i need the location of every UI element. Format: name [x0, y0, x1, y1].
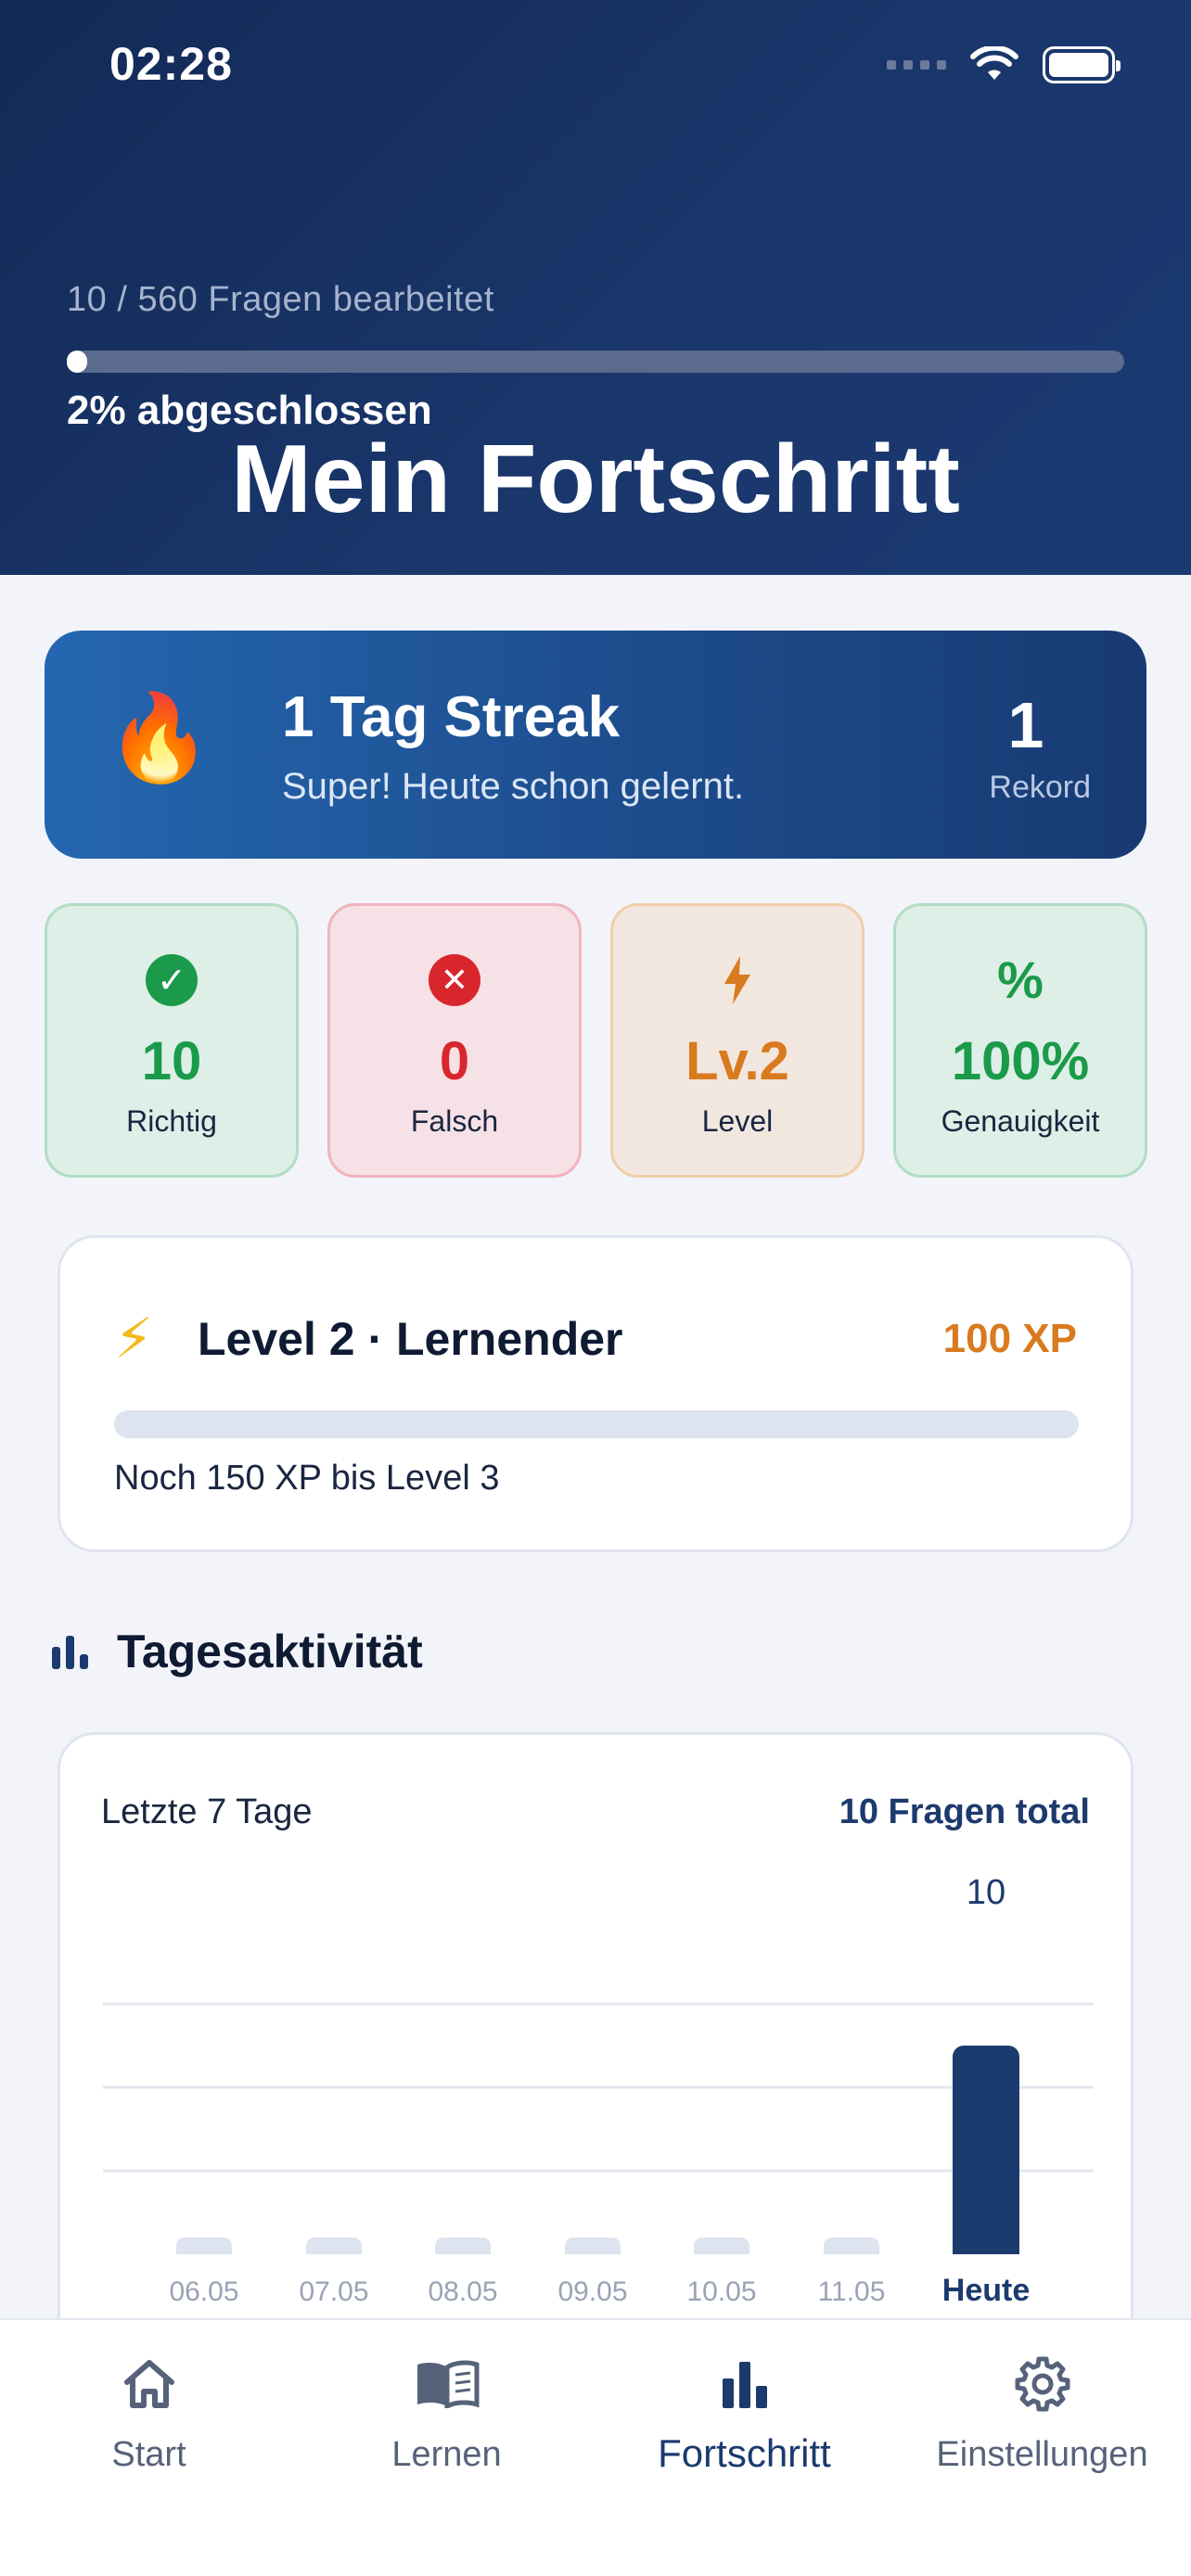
tab-einstellungen[interactable]: Einstellungen	[893, 2350, 1191, 2475]
level-title: Level 2 · Lernender	[198, 1313, 623, 1365]
chart-bar-base	[176, 2246, 232, 2254]
gear-icon	[1015, 2356, 1069, 2412]
streak-subtitle: Super! Heute schon gelernt.	[282, 766, 745, 807]
chart-bar-base	[953, 2241, 1019, 2254]
x-tick-label: Heute	[942, 2273, 1030, 2308]
status-icons	[887, 46, 1121, 83]
level-note: Noch 150 XP bis Level 3	[114, 1459, 500, 1498]
stat-value: 0	[439, 1031, 470, 1091]
stat-value: 10	[141, 1031, 202, 1091]
stat-tile-level: Lv.2 Level	[610, 903, 864, 1178]
stat-tile-wrong: ✕ 0 Falsch	[327, 903, 582, 1178]
cellular-signal-icon	[887, 60, 946, 70]
tab-fortschritt[interactable]: Fortschritt	[596, 2350, 893, 2476]
x-tick-label: 06.05	[169, 2276, 238, 2307]
stat-label: Genauigkeit	[941, 1104, 1100, 1138]
page-title: Mein Fortschritt	[231, 426, 960, 533]
section-title: Tagesaktivität	[117, 1626, 423, 1677]
stat-tile-accuracy: % 100% Genauigkeit	[893, 903, 1147, 1178]
header: 02:28 10 / 560 Fragen bearbeitet 2% abge…	[0, 0, 1191, 575]
percent-icon: %	[997, 950, 1044, 1009]
chart-bar-base	[306, 2246, 362, 2254]
chart-bar-base	[565, 2246, 621, 2254]
x-tick-label: 08.05	[428, 2276, 497, 2307]
tab-label: Einstellungen	[936, 2435, 1148, 2474]
status-time: 02:28	[109, 38, 233, 90]
chart-bar-base	[694, 2246, 749, 2254]
book-icon	[416, 2360, 479, 2408]
overall-progress-bar	[67, 351, 1124, 373]
stat-label: Level	[701, 1104, 774, 1138]
tab-lernen[interactable]: Lernen	[298, 2350, 596, 2475]
tab-label: Start	[111, 2435, 186, 2474]
xp-value: 100 XP	[942, 1316, 1077, 1361]
bar-value-label: 10	[967, 1873, 1005, 1912]
tab-start[interactable]: Start	[0, 2350, 298, 2475]
flame-icon: 🔥	[106, 691, 212, 785]
stat-value: Lv.2	[685, 1031, 789, 1091]
streak-title: 1 Tag Streak	[282, 685, 621, 749]
overall-progress-fill	[67, 351, 87, 373]
stat-tile-correct: ✓ 10 Richtig	[45, 903, 299, 1178]
x-tick-label: 09.05	[557, 2276, 627, 2307]
record-label: Rekord	[989, 770, 1091, 805]
tab-bar: Start Lernen Fortschritt Einstellungen	[0, 2318, 1191, 2576]
streak-card: 🔥 1 Tag Streak Super! Heute schon gelern…	[45, 631, 1146, 859]
x-tick-label: 10.05	[686, 2276, 756, 2307]
stat-value: 100%	[951, 1031, 1090, 1091]
record-value: 1	[1007, 689, 1044, 761]
tab-label: Lernen	[391, 2435, 502, 2474]
stat-label: Richtig	[126, 1104, 217, 1138]
chart-bar	[953, 2046, 1019, 2254]
bar-chart-icon	[722, 2362, 767, 2408]
bar-chart-icon	[52, 1636, 88, 1669]
lightning-icon: ⚡	[114, 1307, 154, 1370]
chart-bar-base	[824, 2246, 879, 2254]
level-progress-bar	[114, 1410, 1079, 1438]
tab-label: Fortschritt	[658, 2431, 831, 2475]
progress-label: 10 / 560 Fragen bearbeitet	[67, 280, 494, 319]
x-circle-icon: ✕	[429, 954, 480, 1006]
home-icon	[123, 2360, 174, 2408]
bolt-icon	[724, 956, 750, 1004]
battery-icon	[1043, 46, 1121, 83]
x-tick-label: 07.05	[299, 2276, 368, 2307]
level-card: ⚡ Level 2 · Lernender 100 XP Noch 150 XP…	[58, 1235, 1133, 1552]
check-circle-icon: ✓	[146, 954, 198, 1006]
stat-label: Falsch	[410, 1104, 499, 1138]
wifi-icon	[970, 46, 1018, 80]
chart-bar-base	[435, 2246, 491, 2254]
x-tick-label: 11.05	[818, 2276, 886, 2307]
